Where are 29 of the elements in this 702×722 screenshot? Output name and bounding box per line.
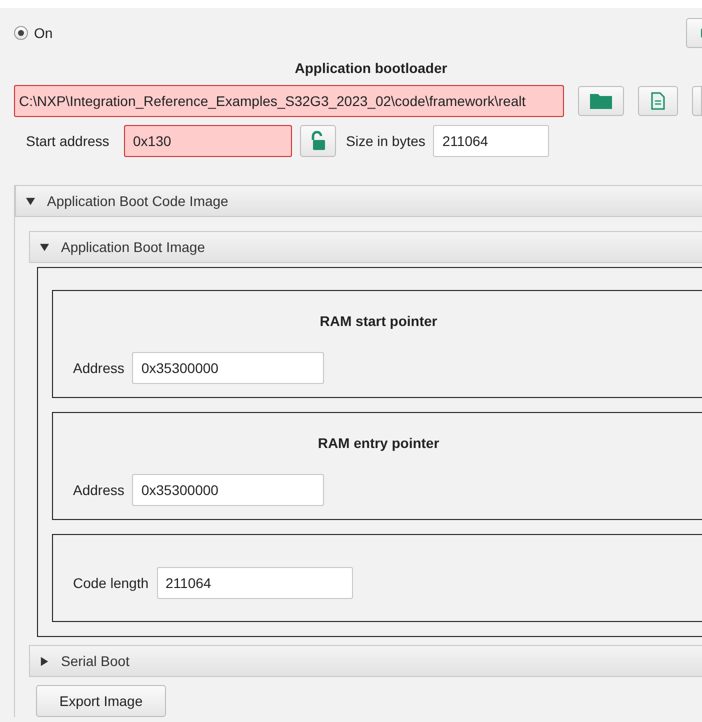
section-header[interactable]: Application Boot Image: [29, 231, 702, 263]
caret-right-icon: [40, 656, 49, 666]
file-button[interactable]: [638, 86, 678, 116]
section-header[interactable]: Application Boot Code Image: [15, 185, 702, 217]
section-header[interactable]: Serial Boot: [29, 645, 702, 677]
caret-down-icon: [26, 196, 35, 206]
text-field[interactable]: C:\NXP\Integration_Reference_Examples_S32G3_2023_02\code\framework\realt: [14, 85, 564, 117]
field-label: Start address: [26, 132, 110, 150]
field-label: Size in bytes: [346, 132, 426, 151]
section-title: Application bootloader: [294, 59, 448, 78]
text-field[interactable]: 211064: [156, 567, 353, 599]
group-title: RAM entry pointer: [316, 434, 440, 453]
lock-button[interactable]: [300, 125, 336, 157]
text-field[interactable]: 0x35300000: [132, 474, 324, 506]
field-label: Code length: [73, 574, 149, 593]
unlocked-padlock-icon: [310, 131, 326, 151]
radio-label: On: [34, 24, 53, 42]
folder-icon: [590, 93, 612, 109]
folder-button[interactable]: [578, 86, 624, 116]
field-label: Address: [73, 480, 124, 500]
caret-down-icon: [40, 242, 49, 252]
text-field[interactable]: 0x130: [124, 125, 292, 157]
text-field[interactable]: 211064: [433, 125, 550, 157]
radio-button[interactable]: [14, 26, 28, 40]
document-icon: [651, 92, 665, 110]
group-title: RAM start pointer: [318, 312, 438, 331]
export-button[interactable]: Export Image: [36, 685, 166, 717]
field-label: Address: [73, 358, 124, 378]
text-field[interactable]: 0x35300000: [132, 352, 324, 384]
